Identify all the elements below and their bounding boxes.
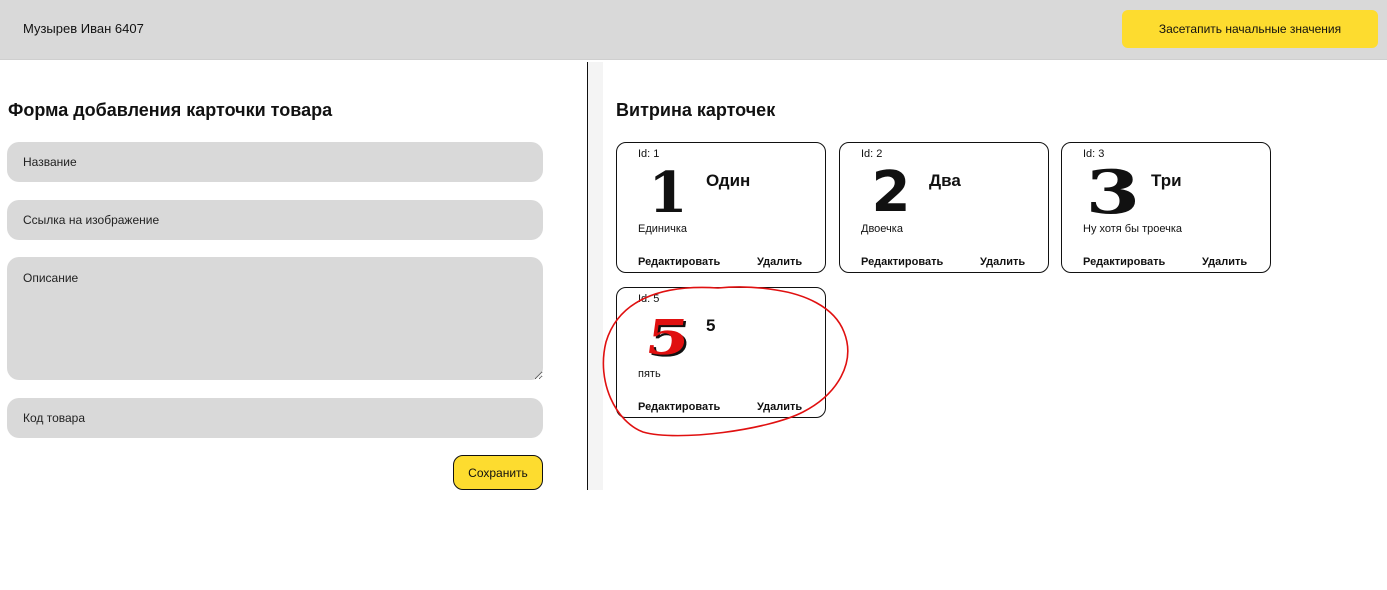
- card-description: пять: [638, 368, 661, 380]
- edit-card-button[interactable]: Редактировать: [638, 401, 720, 413]
- card-image: 5: [638, 310, 698, 366]
- card-title: Два: [929, 171, 961, 190]
- product-code-input[interactable]: [7, 398, 543, 438]
- card-description: Двоечка: [861, 223, 903, 235]
- card-title: 5: [706, 316, 716, 335]
- delete-card-button[interactable]: Удалить: [757, 256, 802, 268]
- card-image-glyph: 5: [642, 310, 694, 366]
- save-button[interactable]: Сохранить: [453, 455, 543, 490]
- card-image: 1: [638, 165, 698, 221]
- card-title: Три: [1151, 171, 1182, 190]
- product-card: Id: 5 5 5 пять Редактировать Удалить: [616, 287, 826, 418]
- card-title: Один: [706, 171, 751, 190]
- column-divider: [587, 62, 603, 490]
- edit-card-button[interactable]: Редактировать: [1083, 256, 1165, 268]
- card-image-glyph: 1: [648, 160, 688, 226]
- edit-card-button[interactable]: Редактировать: [638, 256, 720, 268]
- user-name: Музырев Иван 6407: [23, 21, 144, 36]
- reset-initial-values-button[interactable]: Засетапить начальные значения: [1122, 10, 1378, 48]
- delete-card-button[interactable]: Удалить: [980, 256, 1025, 268]
- card-image-glyph: 2: [871, 160, 911, 225]
- card-id: Id: 5: [638, 293, 660, 305]
- product-card: Id: 2 2 Два Двоечка Редактировать Удалит…: [839, 142, 1049, 273]
- image-url-input[interactable]: [7, 200, 543, 240]
- product-card: Id: 1 1 Один Единичка Редактировать Удал…: [616, 142, 826, 273]
- form-title: Форма добавления карточки товара: [8, 100, 333, 120]
- product-card: Id: 3 3 Три Ну хотя бы троечка Редактиро…: [1061, 142, 1271, 273]
- card-id: Id: 1: [638, 148, 660, 160]
- name-input[interactable]: [7, 142, 543, 182]
- delete-card-button[interactable]: Удалить: [1202, 256, 1247, 268]
- card-description: Единичка: [638, 223, 688, 235]
- card-image-glyph: 3: [1085, 158, 1141, 228]
- card-image: 3: [1083, 158, 1143, 228]
- description-textarea[interactable]: [7, 257, 543, 380]
- card-image: 2: [861, 165, 921, 221]
- card-id: Id: 2: [861, 148, 883, 160]
- card-description: Ну хотя бы троечка: [1083, 223, 1182, 235]
- app-header: Музырев Иван 6407 Засетапить начальные з…: [0, 0, 1387, 60]
- delete-card-button[interactable]: Удалить: [757, 401, 802, 413]
- edit-card-button[interactable]: Редактировать: [861, 256, 943, 268]
- showcase-title: Витрина карточек: [616, 100, 776, 120]
